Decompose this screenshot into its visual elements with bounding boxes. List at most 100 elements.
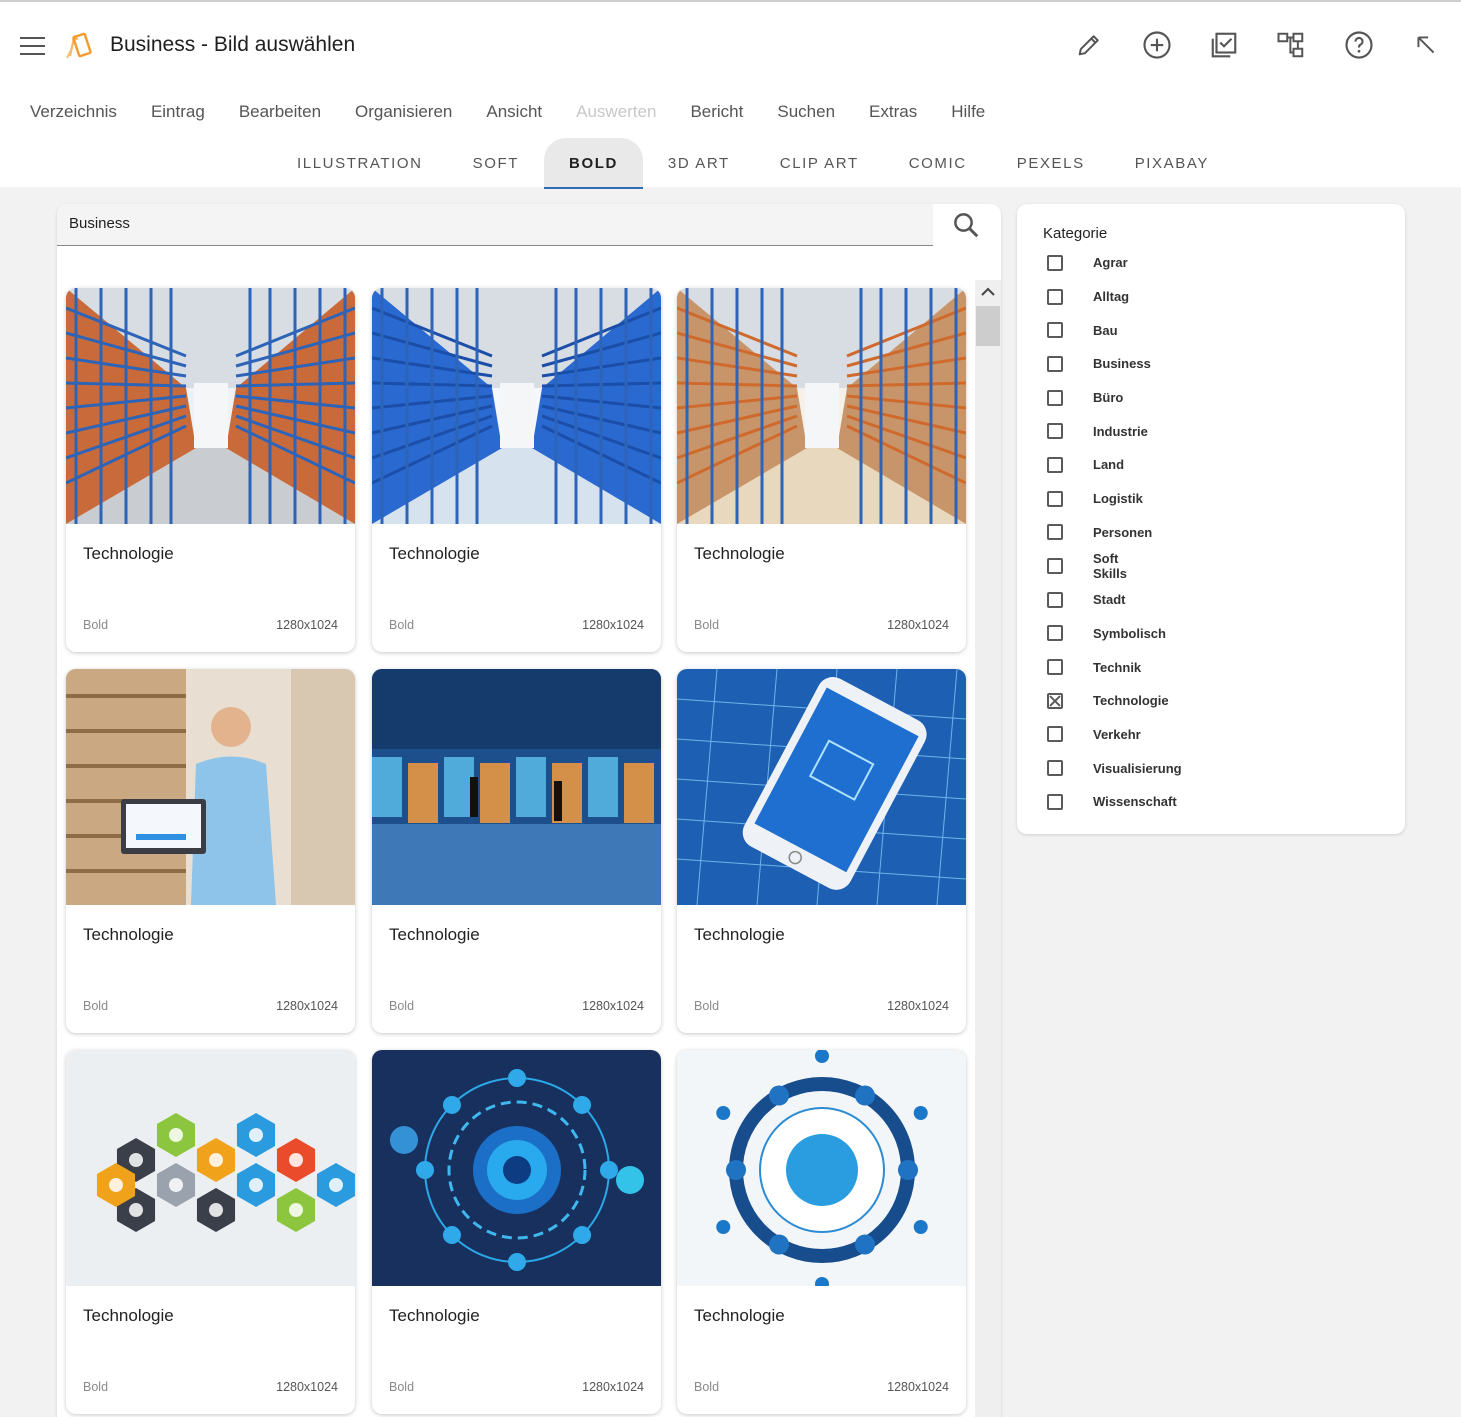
- tab-3d-art[interactable]: 3D Art: [643, 138, 755, 187]
- category-item-soft-skills[interactable]: Soft Skills: [1047, 549, 1127, 583]
- card-image-man-with-laptop: [66, 669, 355, 905]
- help-icon[interactable]: [1340, 26, 1378, 64]
- category-checkbox[interactable]: [1047, 726, 1063, 743]
- image-card[interactable]: Technologie Bold 1280x1024: [372, 669, 661, 1033]
- category-item-visualisierung[interactable]: Visualisierung: [1047, 751, 1182, 785]
- category-item-bau[interactable]: Bau: [1047, 313, 1118, 347]
- category-item-buero[interactable]: Büro: [1047, 381, 1123, 415]
- card-style-label: Bold: [83, 999, 109, 1013]
- card-title: Technologie: [389, 925, 480, 944]
- category-label: Technologie: [1093, 693, 1169, 709]
- category-checkbox[interactable]: [1047, 254, 1063, 271]
- pencil-icon[interactable]: [1070, 26, 1108, 64]
- search-input[interactable]: [69, 215, 919, 232]
- gallery-scrollbar[interactable]: [975, 280, 1001, 1417]
- card-title: Technologie: [694, 925, 785, 944]
- add-circle-icon[interactable]: [1138, 26, 1176, 64]
- category-item-logistik[interactable]: Logistik: [1047, 482, 1143, 516]
- category-item-agrar[interactable]: Agrar: [1047, 246, 1128, 280]
- menu-item-extras[interactable]: Extras: [852, 92, 934, 132]
- card-size-label: 1280x1024: [582, 1380, 644, 1394]
- menu-item-ansicht[interactable]: Ansicht: [469, 92, 559, 132]
- category-item-verkehr[interactable]: Verkehr: [1047, 718, 1141, 752]
- category-checkbox[interactable]: [1047, 625, 1063, 642]
- category-checkbox[interactable]: [1047, 288, 1063, 305]
- card-style-label: Bold: [694, 618, 720, 632]
- category-checkbox[interactable]: [1047, 524, 1063, 541]
- card-title: Technologie: [389, 1306, 480, 1325]
- image-card[interactable]: Technologie Bold 1280x1024: [677, 288, 966, 652]
- category-label: Industrie: [1093, 423, 1148, 439]
- card-image-hexagon-icons: [66, 1050, 355, 1286]
- scroll-thumb[interactable]: [976, 306, 1000, 346]
- category-checkbox[interactable]: [1047, 760, 1063, 777]
- card-style-label: Bold: [389, 1380, 415, 1394]
- image-card[interactable]: Technologie Bold 1280x1024: [66, 669, 355, 1033]
- category-list: Agrar Alltag Bau Business Büro Industrie Land L…: [1047, 246, 1182, 819]
- category-item-symbolisch[interactable]: Symbolisch: [1047, 617, 1166, 651]
- tab-bold[interactable]: Bold: [544, 138, 643, 189]
- category-item-technologie[interactable]: Technologie: [1047, 684, 1169, 718]
- category-checkbox[interactable]: [1047, 659, 1063, 676]
- category-label: Agrar: [1093, 255, 1128, 271]
- category-checkbox[interactable]: [1047, 355, 1063, 372]
- card-title: Technologie: [694, 544, 785, 563]
- menu-item-eintrag[interactable]: Eintrag: [134, 92, 222, 132]
- category-item-alltag[interactable]: Alltag: [1047, 280, 1129, 314]
- menu-item-verzeichnis[interactable]: Verzeichnis: [13, 92, 134, 132]
- menu-item-auswerten: Auswerten: [576, 102, 657, 121]
- menu-item-organisieren[interactable]: Organisieren: [338, 92, 469, 132]
- category-checkbox[interactable]: [1047, 490, 1063, 507]
- category-item-personen[interactable]: Personen: [1047, 516, 1152, 550]
- menu-item-bearbeiten[interactable]: Bearbeiten: [222, 92, 338, 132]
- image-card[interactable]: Technologie Bold 1280x1024: [372, 288, 661, 652]
- card-title: Technologie: [83, 544, 174, 563]
- category-checkbox[interactable]: [1047, 389, 1063, 406]
- tab-pexels[interactable]: Pexels: [992, 138, 1110, 187]
- image-card[interactable]: Technologie Bold 1280x1024: [372, 1050, 661, 1414]
- category-item-land[interactable]: Land: [1047, 448, 1124, 482]
- category-checkbox[interactable]: [1047, 793, 1063, 810]
- arrow-up-left-icon[interactable]: [1407, 26, 1445, 64]
- checklist-icon[interactable]: [1205, 26, 1243, 64]
- menu-item-suchen[interactable]: Suchen: [760, 92, 852, 132]
- card-size-label: 1280x1024: [582, 999, 644, 1013]
- category-checkbox[interactable]: [1047, 423, 1063, 440]
- tab-clip-art[interactable]: Clip Art: [755, 138, 884, 187]
- hierarchy-icon[interactable]: [1272, 26, 1310, 64]
- category-label: Bau: [1093, 322, 1118, 338]
- menu-item-bericht[interactable]: Bericht: [673, 92, 760, 132]
- tab-comic[interactable]: Comic: [884, 138, 992, 187]
- category-checkbox[interactable]: [1047, 456, 1063, 473]
- style-tabs: Illustration Soft Bold 3D Art Clip Art Comic P…: [272, 138, 1234, 189]
- category-label: Land: [1093, 457, 1125, 473]
- card-size-label: 1280x1024: [887, 1380, 949, 1394]
- card-image-warehouse-aisle: [66, 288, 355, 524]
- category-label: Soft Skills: [1093, 551, 1127, 582]
- card-size-label: 1280x1024: [887, 618, 949, 632]
- tab-pixabay[interactable]: Pixabay: [1110, 138, 1234, 187]
- scroll-up-arrow-icon[interactable]: [975, 280, 1001, 304]
- category-checkbox[interactable]: [1047, 322, 1063, 339]
- card-image-warehouse-boxes: [677, 288, 966, 524]
- category-item-wissenschaft[interactable]: Wissenschaft: [1047, 785, 1177, 819]
- card-size-label: 1280x1024: [276, 618, 338, 632]
- image-card[interactable]: Technologie Bold 1280x1024: [677, 1050, 966, 1414]
- tab-illustration[interactable]: Illustration: [272, 138, 448, 187]
- image-card[interactable]: Technologie Bold 1280x1024: [677, 669, 966, 1033]
- search-field: [57, 204, 933, 246]
- category-checkbox[interactable]: [1047, 692, 1063, 709]
- search-icon[interactable]: [951, 210, 983, 242]
- category-checkbox[interactable]: [1047, 591, 1063, 608]
- image-card[interactable]: Technologie Bold 1280x1024: [66, 288, 355, 652]
- category-item-stadt[interactable]: Stadt: [1047, 583, 1126, 617]
- category-item-business[interactable]: Business: [1047, 347, 1151, 381]
- image-card[interactable]: Technologie Bold 1280x1024: [66, 1050, 355, 1414]
- category-item-industrie[interactable]: Industrie: [1047, 414, 1148, 448]
- tab-soft[interactable]: Soft: [448, 138, 544, 187]
- menu-item-hilfe[interactable]: Hilfe: [934, 92, 1002, 132]
- category-item-technik[interactable]: Technik: [1047, 650, 1141, 684]
- category-checkbox[interactable]: [1047, 558, 1063, 575]
- image-gallery-panel: Technologie Bold 1280x1024 Technologie Bold…: [57, 204, 1001, 1417]
- hamburger-menu-icon[interactable]: [20, 37, 45, 55]
